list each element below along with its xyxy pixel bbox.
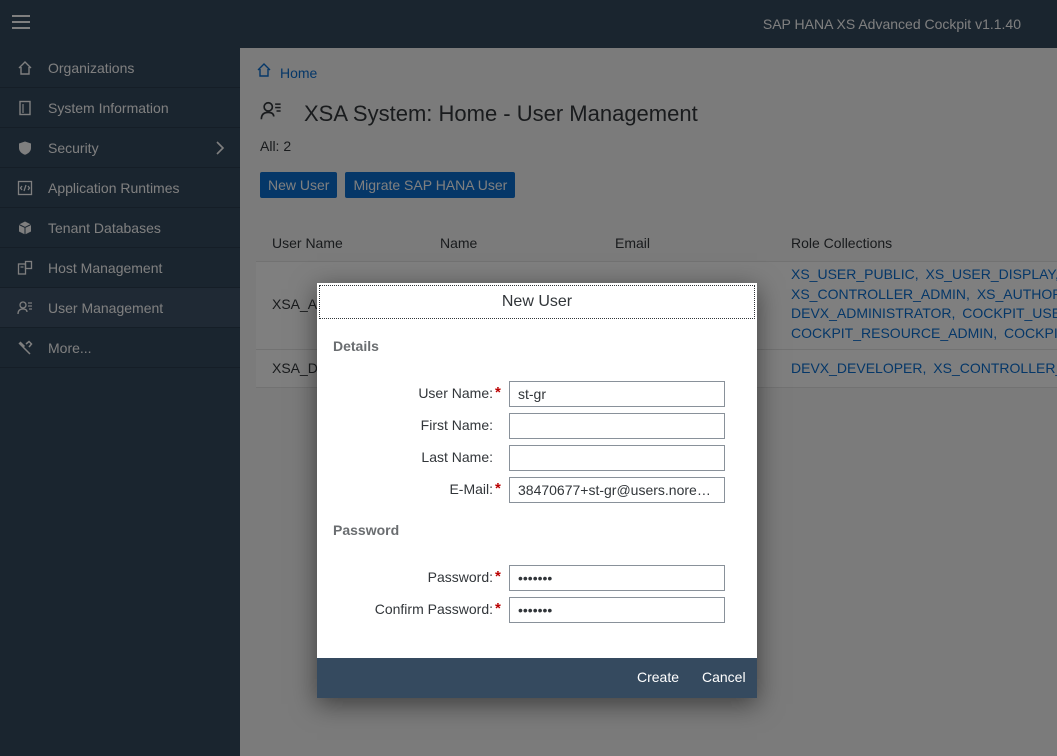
last-name-row: Last Name: [317, 445, 757, 471]
new-user-dialog: New User Details User Name: * st-gr Firs… [317, 283, 757, 698]
confirm-password-row: Confirm Password: * ••••••• [317, 597, 757, 623]
confirm-password-input[interactable]: ••••••• [509, 597, 725, 623]
dialog-title: New User [319, 285, 755, 319]
user-name-input[interactable]: st-gr [509, 381, 725, 407]
email-row: E-Mail: * 38470677+st-gr@users.norep... [317, 477, 757, 503]
details-section-title: Details [333, 338, 379, 354]
required-indicator: * [495, 568, 501, 585]
first-name-label: First Name: [420, 417, 493, 433]
password-row: Password: * ••••••• [317, 565, 757, 591]
last-name-label: Last Name: [421, 449, 493, 465]
email-label: E-Mail: [449, 481, 493, 497]
user-name-row: User Name: * st-gr [317, 381, 757, 407]
required-indicator: * [495, 384, 501, 401]
password-label: Password: [427, 569, 493, 585]
email-input[interactable]: 38470677+st-gr@users.norep... [509, 477, 725, 503]
confirm-password-label: Confirm Password: [374, 601, 493, 617]
user-name-label: User Name: [418, 385, 493, 401]
last-name-input[interactable] [509, 445, 725, 471]
required-indicator: * [495, 480, 501, 497]
required-indicator: * [495, 600, 501, 617]
dialog-footer: Create Cancel [317, 658, 757, 698]
cancel-button[interactable]: Cancel [702, 669, 746, 685]
first-name-input[interactable] [509, 413, 725, 439]
create-button[interactable]: Create [637, 669, 679, 685]
password-section-title: Password [333, 522, 400, 538]
password-input[interactable]: ••••••• [509, 565, 725, 591]
first-name-row: First Name: [317, 413, 757, 439]
